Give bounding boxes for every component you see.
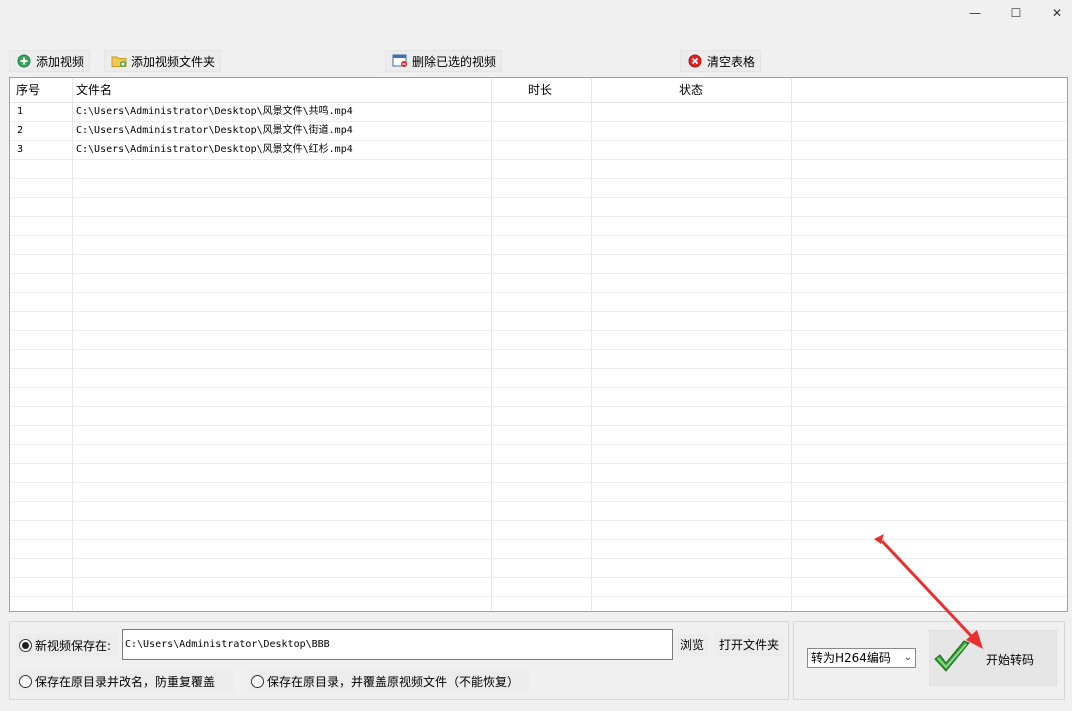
row-filename: C:\Users\Administrator\Desktop\风景文件\共鸣.m… <box>76 106 353 117</box>
browse-button[interactable]: 浏览 <box>676 634 709 656</box>
overwrite-save-label: 保存在原目录，并覆盖原视频文件（不能恢复） <box>267 674 520 689</box>
overwrite-save-radio[interactable]: 保存在原目录，并覆盖原视频文件（不能恢复） <box>248 670 529 692</box>
row-separator <box>10 235 1067 236</box>
row-separator <box>10 539 1067 540</box>
close-circle-icon <box>687 53 703 69</box>
header-index[interactable]: 序号 <box>16 78 40 103</box>
add-folder-button[interactable]: 添加视频文件夹 <box>104 50 222 72</box>
rename-save-label: 保存在原目录并改名，防重复覆盖 <box>35 674 216 689</box>
row-separator <box>10 501 1067 502</box>
title-bar: — ☐ ✕ <box>0 0 1072 26</box>
row-separator <box>10 387 1067 388</box>
column-divider <box>491 78 492 611</box>
radio-unselected-icon <box>251 674 264 688</box>
column-divider <box>72 78 73 611</box>
row-separator <box>10 292 1067 293</box>
row-separator <box>10 425 1067 426</box>
add-folder-label: 添加视频文件夹 <box>131 54 216 69</box>
row-separator <box>10 273 1067 274</box>
maximize-button[interactable]: ☐ <box>996 0 1036 26</box>
folder-add-icon <box>111 53 127 69</box>
header-filename[interactable]: 文件名 <box>76 78 112 103</box>
window-delete-icon <box>392 53 408 69</box>
row-filename: C:\Users\Administrator\Desktop\风景文件\街道.m… <box>76 125 353 136</box>
checkmark-icon <box>932 639 972 680</box>
row-separator <box>10 349 1067 350</box>
radio-unselected-icon <box>19 674 32 688</box>
plus-circle-icon <box>16 53 32 69</box>
delete-selected-button[interactable]: 删除已选的视频 <box>385 50 503 72</box>
row-separator <box>10 520 1067 521</box>
row-separator <box>10 330 1067 331</box>
close-button[interactable]: ✕ <box>1037 0 1072 26</box>
row-separator <box>10 596 1067 597</box>
radio-selected-icon <box>19 638 32 652</box>
new-save-label: 新视频保存在: <box>35 638 112 653</box>
row-separator <box>10 482 1067 483</box>
row-separator <box>10 197 1067 198</box>
row-separator <box>10 444 1067 445</box>
delete-selected-label: 删除已选的视频 <box>412 54 497 69</box>
column-divider <box>591 78 592 611</box>
clear-table-button[interactable]: 清空表格 <box>680 50 762 72</box>
row-separator <box>10 368 1067 369</box>
row-separator <box>10 159 1067 160</box>
open-folder-button[interactable]: 打开文件夹 <box>715 634 784 656</box>
column-divider <box>791 78 792 611</box>
add-video-label: 添加视频 <box>36 54 85 69</box>
rename-save-radio[interactable]: 保存在原目录并改名，防重复覆盖 <box>16 670 234 692</box>
clear-table-label: 清空表格 <box>707 54 756 69</box>
start-convert-label: 开始转码 <box>986 653 1035 667</box>
add-video-button[interactable]: 添加视频 <box>9 50 91 72</box>
start-convert-button[interactable]: 开始转码 <box>929 630 1057 686</box>
row-separator <box>10 254 1067 255</box>
minimize-button[interactable]: — <box>955 0 995 26</box>
format-select-value: 转为H264编码 <box>811 651 891 665</box>
row-separator <box>10 558 1067 559</box>
row-index: 1 <box>17 106 24 117</box>
file-table[interactable]: 序号 文件名 时长 状态 1 C:\Users\Administrator\De… <box>9 77 1068 612</box>
table-header: 序号 文件名 时长 状态 <box>10 78 1067 103</box>
row-index: 3 <box>17 144 24 155</box>
row-separator <box>10 311 1067 312</box>
header-status[interactable]: 状态 <box>679 78 703 103</box>
row-index: 2 <box>17 125 24 136</box>
row-separator <box>10 216 1067 217</box>
row-filename: C:\Users\Administrator\Desktop\风景文件\红杉.m… <box>76 144 353 155</box>
row-separator <box>10 406 1067 407</box>
header-duration[interactable]: 时长 <box>528 78 552 103</box>
chevron-down-icon: ⌄ <box>903 652 912 663</box>
row-separator <box>10 577 1067 578</box>
new-save-radio[interactable]: 新视频保存在: <box>16 634 118 656</box>
format-select[interactable]: 转为H264编码 ⌄ <box>807 648 916 668</box>
row-separator <box>10 178 1067 179</box>
row-separator <box>10 463 1067 464</box>
output-path-input[interactable]: C:\Users\Administrator\Desktop\BBB <box>122 629 673 660</box>
